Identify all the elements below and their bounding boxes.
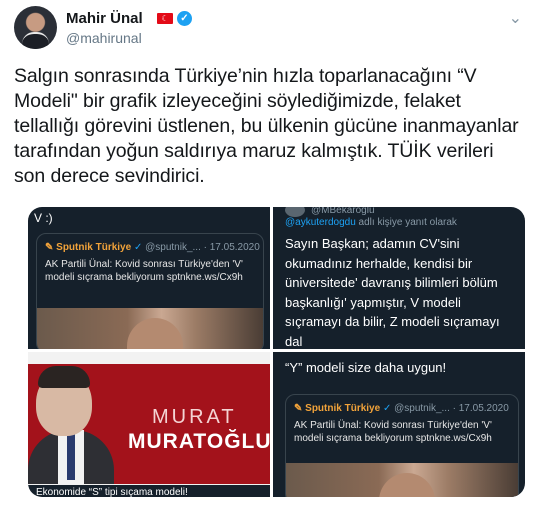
author-name[interactable]: Mahir Ünal [66, 10, 143, 27]
embed-body: AK Partili Ünal: Kovid sonrası Türkiye'd… [45, 259, 243, 283]
reply-text: Sayın Başkan; adamın CV'sini okumadınız … [285, 236, 500, 349]
tv-banner: MURAT MURATOĞLU [28, 364, 270, 484]
reply-context: @aykuterdogdu adlı kişiye yanıt olarak [285, 217, 457, 228]
embed-meta: @sputnik_... · 17.05.2020 [145, 242, 260, 253]
sputnik-logo: ✎ Sputnik Türkiye [45, 242, 132, 253]
banner-first-name: MURAT [152, 406, 237, 428]
embedded-tweet-card: ✎ Sputnik Türkiye ✓ @sputnik_... · 17.05… [36, 233, 264, 349]
reply-author-handle: @MBekaroglu [311, 207, 375, 216]
tile-caption: V :) [34, 211, 53, 225]
reply-mention: @aykuterdogdu [285, 217, 356, 228]
embed-photo [37, 308, 263, 349]
embedded-tweet-card: ✎ Sputnik Türkiye ✓ @sputnik_... · 17.05… [285, 394, 519, 497]
tile-caption: Ekonomide “S” tipi sıçama modeli! [36, 487, 188, 497]
media-tile-4[interactable]: “Y” modeli size daha uygun! ✎ Sputnik Tü… [273, 352, 525, 497]
author-handle[interactable]: @mahirunal [66, 30, 142, 46]
banner-last-name: MURATOĞLU [128, 430, 270, 453]
verified-badge-icon: ✓ [177, 11, 192, 26]
embed-header: ✎ Sputnik Türkiye ✓ @sputnik_... · 17.05… [294, 403, 509, 414]
person-hair [38, 366, 90, 388]
media-tile-2[interactable]: @MBekaroglu @aykuterdogdu adlı kişiye ya… [273, 207, 525, 349]
sputnik-logo: ✎ Sputnik Türkiye [294, 403, 381, 414]
media-grid: V :) ✎ Sputnik Türkiye ✓ @sputnik_... · … [28, 207, 525, 497]
person-tie [67, 434, 75, 480]
verified-badge-icon: ✓ [382, 403, 392, 414]
chevron-down-icon[interactable]: ⌄ [509, 8, 522, 28]
tile-caption: “Y” modeli size daha uygun! [285, 360, 447, 375]
tweet-text: Salgın sonrasında Türkiye’nin hızla topa… [14, 65, 519, 187]
reply-suffix: adlı kişiye yanıt olarak [355, 217, 457, 228]
tweet-header: Mahir Ünal ☾ ✓ @mahirunal ⌄ [14, 6, 526, 50]
avatar [285, 207, 305, 217]
embed-meta: @sputnik_... · 17.05.2020 [394, 403, 509, 414]
turkey-flag-icon: ☾ [157, 13, 173, 24]
verified-badge-icon: ✓ [133, 242, 143, 253]
embed-photo [286, 463, 518, 497]
media-tile-1[interactable]: V :) ✎ Sputnik Türkiye ✓ @sputnik_... · … [28, 207, 270, 349]
embed-body: AK Partili Ünal: Kovid sonrası Türkiye'd… [294, 420, 492, 444]
avatar[interactable] [14, 6, 57, 49]
embed-header: ✎ Sputnik Türkiye ✓ @sputnik_... · 17.05… [45, 242, 260, 253]
media-tile-3[interactable]: MURAT MURATOĞLU Ekonomide “S” tipi sıçam… [28, 352, 270, 497]
